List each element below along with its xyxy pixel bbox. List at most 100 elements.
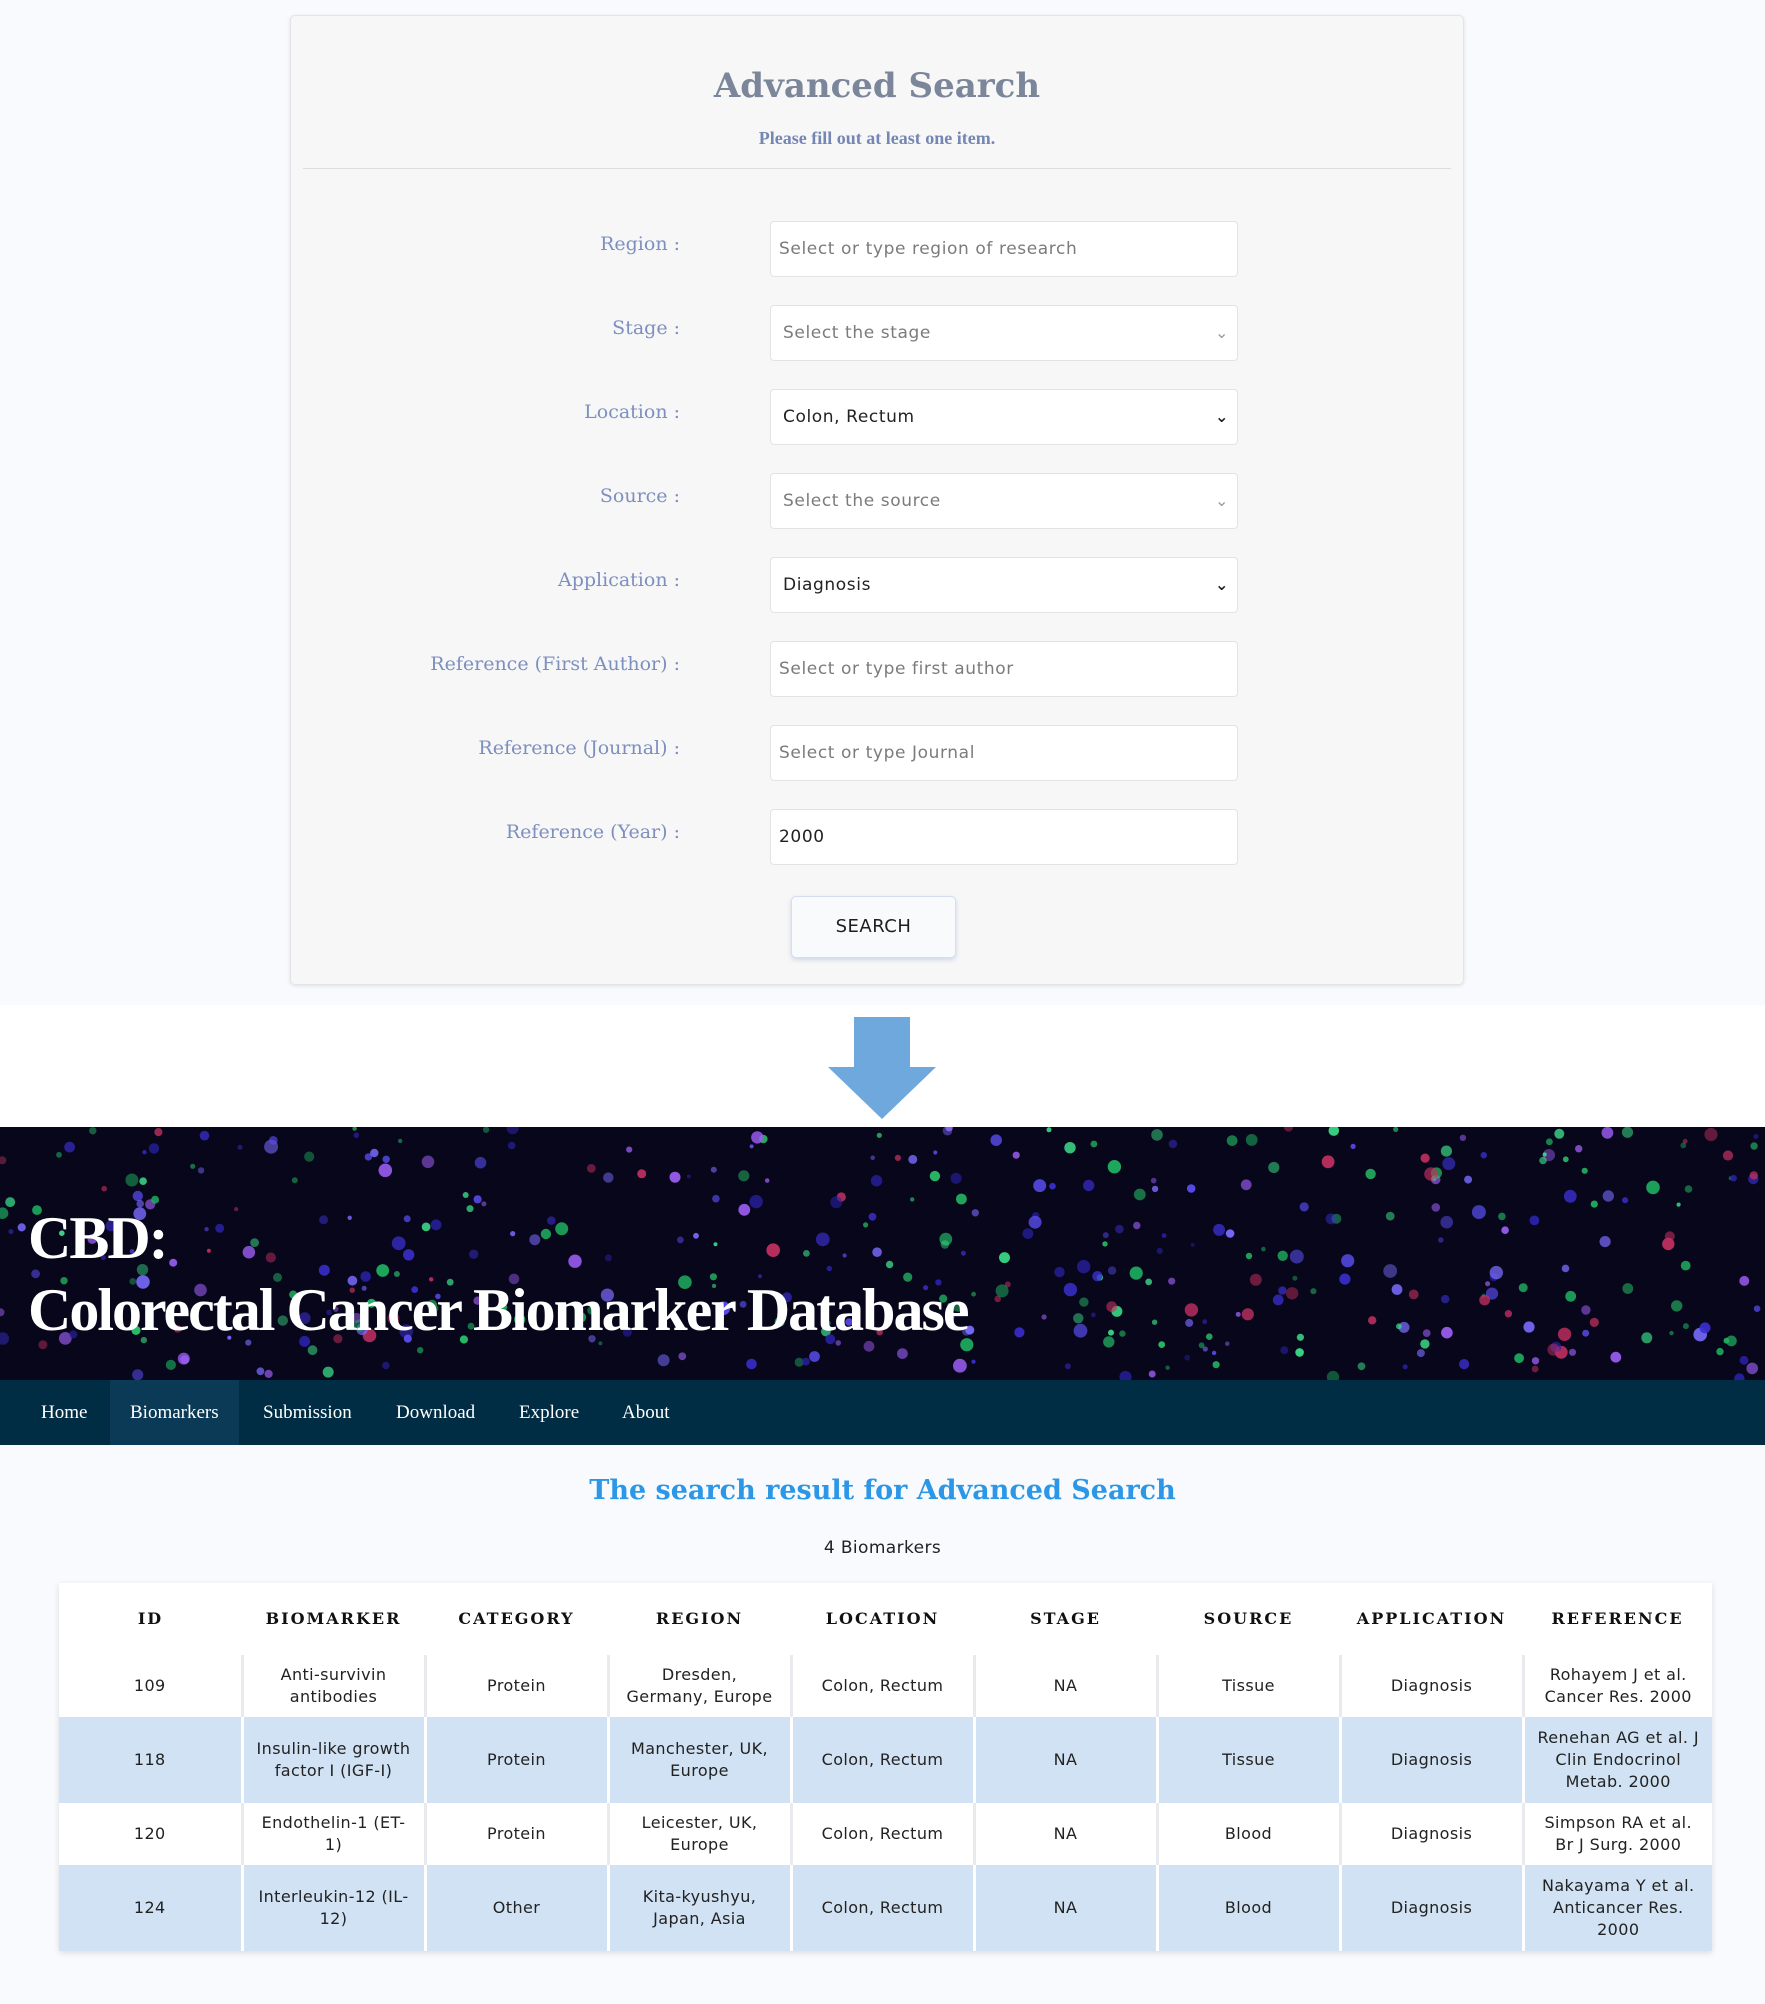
arrow-zone [0, 1005, 1765, 1127]
cell-source: Tissue [1157, 1655, 1342, 1717]
search-card: Advanced Search Please fill out at least… [290, 15, 1464, 985]
journal-label: Reference (Journal) : [478, 737, 680, 759]
search-title: Advanced Search [713, 66, 1041, 106]
cell-application: Diagnosis [1340, 1865, 1525, 1951]
location-select[interactable]: Colon, Rectum ⌄ [770, 389, 1238, 445]
advanced-search-panel: Advanced Search Please fill out at least… [0, 0, 1765, 1005]
first-author-row: Reference (First Author) : Select or typ… [291, 641, 1463, 699]
nav-about[interactable]: About [602, 1380, 690, 1445]
stage-select-value: Select the stage [783, 323, 931, 343]
cell-biomarker[interactable]: Endothelin-1 (ET-1) [242, 1803, 427, 1865]
nav-submission[interactable]: Submission [243, 1380, 372, 1445]
table-row[interactable]: 120 Endothelin-1 (ET-1) Protein Leiceste… [59, 1803, 1712, 1865]
site-title-line2: Colorectal Cancer Biomarker Database [28, 1277, 969, 1343]
column-header-region[interactable]: REGION [608, 1583, 791, 1655]
cell-source: Blood [1157, 1865, 1342, 1951]
cell-source: Blood [1157, 1803, 1342, 1865]
first-author-label: Reference (First Author) : [430, 653, 680, 675]
cell-id[interactable]: 120 [59, 1803, 244, 1865]
application-label: Application : [558, 569, 680, 591]
journal-input[interactable]: Select or type Journal [770, 725, 1238, 781]
cell-biomarker[interactable]: Interleukin-12 (IL-12) [242, 1865, 427, 1951]
source-select[interactable]: Select the source ⌄ [770, 473, 1238, 529]
column-header-stage[interactable]: STAGE [974, 1583, 1157, 1655]
main-nav: Home Biomarkers Submission Download Expl… [0, 1380, 1765, 1445]
cell-application: Diagnosis [1340, 1803, 1525, 1865]
cell-location: Colon, Rectum [791, 1655, 976, 1717]
column-header-category[interactable]: CATEGORY [425, 1583, 608, 1655]
cell-source: Tissue [1157, 1717, 1342, 1803]
table-row[interactable]: 109 Anti-survivin antibodies Protein Dre… [59, 1655, 1712, 1717]
stage-label: Stage : [612, 317, 680, 339]
application-select-value: Diagnosis [783, 575, 872, 595]
column-header-source[interactable]: SOURCE [1157, 1583, 1340, 1655]
column-header-id[interactable]: ID [59, 1583, 242, 1655]
cell-reference[interactable]: Rohayem J et al. Cancer Res. 2000 [1523, 1655, 1712, 1717]
nav-home[interactable]: Home [21, 1380, 107, 1445]
cell-category: Protein [425, 1717, 610, 1803]
results-table: ID BIOMARKER CATEGORY REGION LOCATION ST… [59, 1583, 1712, 1951]
table-row[interactable]: 124 Interleukin-12 (IL-12) Other Kita-ky… [59, 1865, 1712, 1951]
cell-region: Dresden, Germany, Europe [608, 1655, 793, 1717]
results-count: 4 Biomarkers [823, 1538, 942, 1558]
application-row: Application : Diagnosis ⌄ [291, 557, 1463, 615]
chevron-down-icon: ⌄ [1214, 575, 1229, 594]
source-row: Source : Select the source ⌄ [291, 473, 1463, 531]
stage-select[interactable]: Select the stage ⌄ [770, 305, 1238, 361]
cell-region: Manchester, UK, Europe [608, 1717, 793, 1803]
cell-reference[interactable]: Simpson RA et al. Br J Surg. 2000 [1523, 1803, 1712, 1865]
column-header-application[interactable]: APPLICATION [1340, 1583, 1523, 1655]
year-label: Reference (Year) : [505, 821, 680, 843]
cell-region: Kita-kyushyu, Japan, Asia [608, 1865, 793, 1951]
journal-row: Reference (Journal) : Select or type Jou… [291, 725, 1463, 783]
site-title-line1: CBD: [28, 1205, 169, 1271]
nav-explore[interactable]: Explore [499, 1380, 599, 1445]
column-header-location[interactable]: LOCATION [791, 1583, 974, 1655]
table-header-row: ID BIOMARKER CATEGORY REGION LOCATION ST… [59, 1583, 1712, 1655]
chevron-down-icon: ⌄ [1214, 407, 1229, 426]
region-row: Region : Select or type region of resear… [291, 221, 1463, 279]
region-input[interactable]: Select or type region of research [770, 221, 1238, 277]
cell-id[interactable]: 124 [59, 1865, 244, 1951]
results-area: The search result for Advanced Search 4 … [0, 1445, 1765, 2004]
cell-stage: NA [974, 1865, 1159, 1951]
cell-region: Leicester, UK, Europe [608, 1803, 793, 1865]
cell-application: Diagnosis [1340, 1717, 1525, 1803]
column-header-reference[interactable]: REFERENCE [1523, 1583, 1712, 1655]
year-row: Reference (Year) : 2000 [291, 809, 1463, 867]
cell-biomarker[interactable]: Anti-survivin antibodies [242, 1655, 427, 1717]
cell-location: Colon, Rectum [791, 1803, 976, 1865]
cell-reference[interactable]: Renehan AG et al. J Clin Endocrinol Meta… [1523, 1717, 1712, 1803]
source-select-value: Select the source [783, 491, 941, 511]
cell-location: Colon, Rectum [791, 1865, 976, 1951]
cell-id[interactable]: 118 [59, 1717, 244, 1803]
search-button[interactable]: SEARCH [791, 896, 956, 958]
source-label: Source : [599, 485, 680, 507]
first-author-input[interactable]: Select or type first author [770, 641, 1238, 697]
cell-id[interactable]: 109 [59, 1655, 244, 1717]
site-title: CBD: Colorectal Cancer Biomarker Databas… [28, 1202, 969, 1346]
cell-stage: NA [974, 1717, 1159, 1803]
column-header-biomarker[interactable]: BIOMARKER [242, 1583, 425, 1655]
location-label: Location : [584, 401, 680, 423]
chevron-down-icon: ⌄ [1214, 491, 1229, 510]
down-arrow-icon [828, 1017, 936, 1119]
cell-reference[interactable]: Nakayama Y et al. Anticancer Res. 2000 [1523, 1865, 1712, 1951]
cell-stage: NA [974, 1655, 1159, 1717]
location-select-value: Colon, Rectum [783, 407, 915, 427]
search-subtitle: Please fill out at least one item. [758, 128, 996, 148]
cell-category: Protein [425, 1655, 610, 1717]
table-row[interactable]: 118 Insulin-like growth factor I (IGF-I)… [59, 1717, 1712, 1803]
cell-stage: NA [974, 1803, 1159, 1865]
results-heading: The search result for Advanced Search [589, 1475, 1176, 1506]
stage-row: Stage : Select the stage ⌄ [291, 305, 1463, 363]
nav-biomarkers[interactable]: Biomarkers [110, 1380, 239, 1445]
application-select[interactable]: Diagnosis ⌄ [770, 557, 1238, 613]
cell-biomarker[interactable]: Insulin-like growth factor I (IGF-I) [242, 1717, 427, 1803]
location-row: Location : Colon, Rectum ⌄ [291, 389, 1463, 447]
nav-download[interactable]: Download [376, 1380, 495, 1445]
cell-application: Diagnosis [1340, 1655, 1525, 1717]
site-banner: CBD: Colorectal Cancer Biomarker Databas… [0, 1127, 1765, 1380]
year-input[interactable]: 2000 [770, 809, 1238, 865]
cell-location: Colon, Rectum [791, 1717, 976, 1803]
